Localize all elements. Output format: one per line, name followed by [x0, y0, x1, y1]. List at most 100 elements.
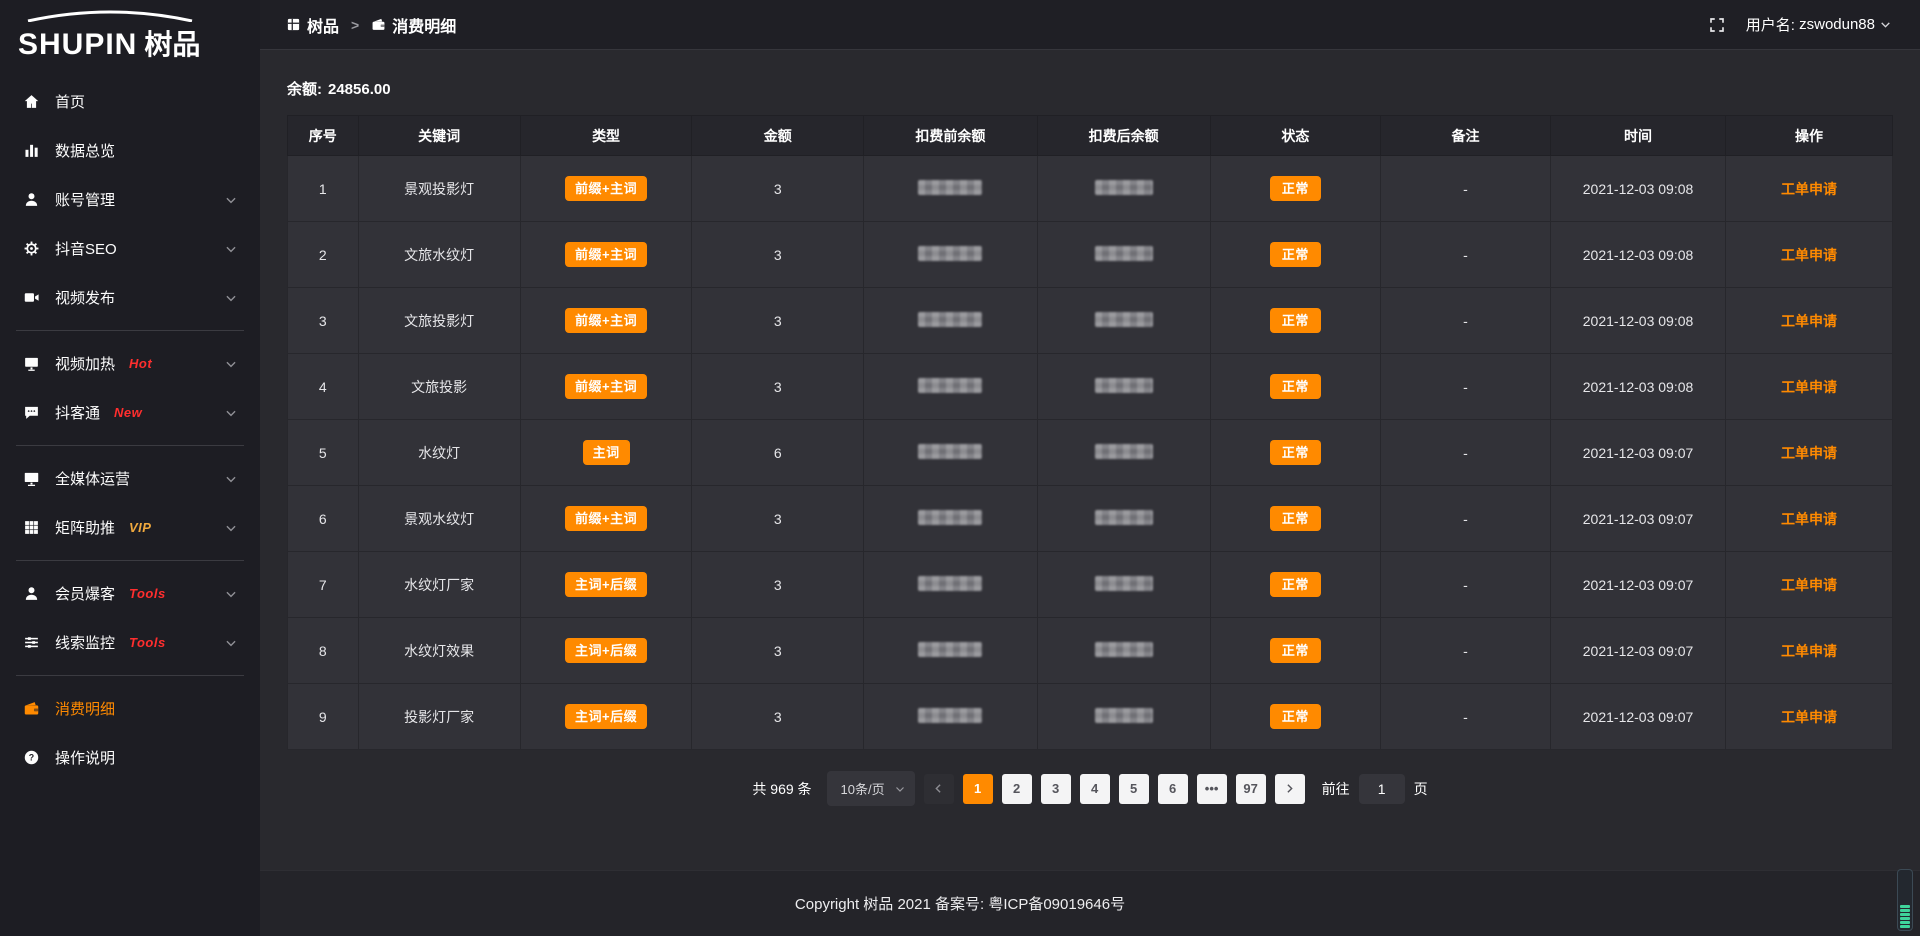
censored-value: [1095, 510, 1153, 525]
censored-value: [918, 180, 982, 195]
prev-page-button[interactable]: [924, 774, 954, 804]
user-menu[interactable]: 用户名: zswodun88: [1746, 14, 1892, 35]
cell-action: 工单申请: [1726, 222, 1893, 288]
sidebar-item-douyin-seo[interactable]: 抖音SEO: [0, 224, 260, 273]
table-row: 1 景观投影灯 前缀+主词 3 正常 - 2021-12-03 09:08 工单…: [288, 156, 1893, 222]
status-badge: 正常: [1270, 374, 1321, 399]
cell-balance-before: [864, 222, 1037, 288]
page-buttons: 123456 ••• 97: [963, 774, 1266, 804]
column-header: 扣费前余额: [864, 116, 1037, 156]
cell-balance-after: [1037, 420, 1210, 486]
censored-value: [918, 642, 982, 657]
cell-action: 工单申请: [1726, 156, 1893, 222]
goto-page: 前往 页: [1322, 774, 1428, 804]
type-badge: 前缀+主词: [565, 308, 647, 333]
page-button-1[interactable]: 1: [963, 774, 993, 804]
bar-chart-icon: [22, 142, 40, 160]
cell-status: 正常: [1210, 156, 1380, 222]
page-size-select[interactable]: 10条/页: [827, 771, 915, 806]
ticket-apply-link[interactable]: 工单申请: [1781, 577, 1837, 593]
cell-type: 前缀+主词: [520, 156, 692, 222]
page-button-6[interactable]: 6: [1158, 774, 1188, 804]
cell-type: 主词+后缀: [520, 552, 692, 618]
sidebar-item-member-baoke[interactable]: 会员爆客 Tools: [0, 569, 260, 618]
cell-keyword: 文旅投影灯: [358, 288, 520, 354]
floating-widget[interactable]: [1897, 869, 1913, 931]
ticket-apply-link[interactable]: 工单申请: [1781, 379, 1837, 395]
breadcrumb: 树品 > 消费明细: [286, 13, 456, 37]
cell-type: 前缀+主词: [520, 288, 692, 354]
cell-amount: 3: [692, 618, 864, 684]
pagination: 共 969 条 10条/页 123456 ••• 97 前往 页: [287, 771, 1893, 806]
censored-value: [1095, 378, 1153, 393]
page-button-3[interactable]: 3: [1041, 774, 1071, 804]
cell-balance-after: [1037, 354, 1210, 420]
page-button-4[interactable]: 4: [1080, 774, 1110, 804]
total-count: 共 969 条: [752, 779, 811, 799]
ticket-apply-link[interactable]: 工单申请: [1781, 445, 1837, 461]
sidebar-item-home[interactable]: 首页: [0, 77, 260, 126]
ticket-apply-link[interactable]: 工单申请: [1781, 709, 1837, 725]
grid-icon: [22, 519, 40, 537]
sidebar-item-matrix-boost[interactable]: 矩阵助推 VIP: [0, 503, 260, 552]
logo-arc: [24, 10, 196, 22]
logo-text-en: SHUPIN: [18, 28, 137, 62]
logo-text-zh: 树品: [144, 23, 200, 63]
ticket-apply-link[interactable]: 工单申请: [1781, 511, 1837, 527]
sidebar-item-data-overview[interactable]: 数据总览: [0, 126, 260, 175]
next-page-button[interactable]: [1275, 774, 1305, 804]
ticket-apply-link[interactable]: 工单申请: [1781, 247, 1837, 263]
column-header: 序号: [288, 116, 359, 156]
consume-table: 序号关键词类型金额扣费前余额扣费后余额状态备注时间操作 1 景观投影灯 前缀+主…: [287, 115, 1893, 750]
type-badge: 前缀+主词: [565, 374, 647, 399]
cell-remark: -: [1380, 552, 1550, 618]
table-row: 4 文旅投影 前缀+主词 3 正常 - 2021-12-03 09:08 工单申…: [288, 354, 1893, 420]
cell-amount: 6: [692, 420, 864, 486]
cell-time: 2021-12-03 09:08: [1551, 354, 1726, 420]
cell-balance-before: [864, 486, 1037, 552]
censored-value: [1095, 444, 1153, 459]
cell-balance-before: [864, 618, 1037, 684]
sidebar-item-consume-detail[interactable]: 消费明细: [0, 684, 260, 733]
sidebar-item-video-heat[interactable]: 视频加热 Hot: [0, 339, 260, 388]
sidebar-item-douketong[interactable]: 抖客通 New: [0, 388, 260, 437]
breadcrumb-current[interactable]: 消费明细: [371, 13, 456, 37]
brand-logo[interactable]: SHUPIN 树品: [0, 0, 260, 69]
cell-index: 2: [288, 222, 359, 288]
status-badge: 正常: [1270, 308, 1321, 333]
goto-page-input[interactable]: [1359, 774, 1405, 804]
page-button-5[interactable]: 5: [1119, 774, 1149, 804]
chevron-down-icon: [224, 291, 238, 305]
cell-balance-after: [1037, 618, 1210, 684]
cell-status: 正常: [1210, 618, 1380, 684]
goto-suffix: 页: [1414, 779, 1428, 799]
sidebar-item-operation-guide[interactable]: ? 操作说明: [0, 733, 260, 782]
sidebar-item-media-operation[interactable]: 全媒体运营: [0, 454, 260, 503]
ticket-apply-link[interactable]: 工单申请: [1781, 643, 1837, 659]
cell-time: 2021-12-03 09:08: [1551, 156, 1726, 222]
fullscreen-icon[interactable]: [1708, 16, 1726, 34]
censored-value: [918, 246, 982, 261]
page-button-97[interactable]: 97: [1236, 774, 1266, 804]
breadcrumb-home[interactable]: 树品: [286, 13, 339, 37]
chevron-down-icon: [1879, 18, 1892, 31]
main-content: 余额:24856.00 序号关键词类型金额扣费前余额扣费后余额状态备注时间操作 …: [260, 50, 1920, 870]
member-icon: [22, 585, 40, 603]
censored-value: [918, 576, 982, 591]
table-header-row: 序号关键词类型金额扣费前余额扣费后余额状态备注时间操作: [288, 116, 1893, 156]
cell-remark: -: [1380, 288, 1550, 354]
sidebar-item-clue-monitor[interactable]: 线索监控 Tools: [0, 618, 260, 667]
cell-balance-after: [1037, 684, 1210, 750]
page-ellipsis-button[interactable]: •••: [1197, 774, 1227, 804]
sidebar-item-video-publish[interactable]: 视频发布: [0, 273, 260, 322]
column-header: 状态: [1210, 116, 1380, 156]
ticket-apply-link[interactable]: 工单申请: [1781, 181, 1837, 197]
status-badge: 正常: [1270, 572, 1321, 597]
home-icon: [22, 93, 40, 111]
cell-remark: -: [1380, 618, 1550, 684]
cell-index: 1: [288, 156, 359, 222]
cell-remark: -: [1380, 420, 1550, 486]
sidebar-item-account-manage[interactable]: 账号管理: [0, 175, 260, 224]
page-button-2[interactable]: 2: [1002, 774, 1032, 804]
ticket-apply-link[interactable]: 工单申请: [1781, 313, 1837, 329]
